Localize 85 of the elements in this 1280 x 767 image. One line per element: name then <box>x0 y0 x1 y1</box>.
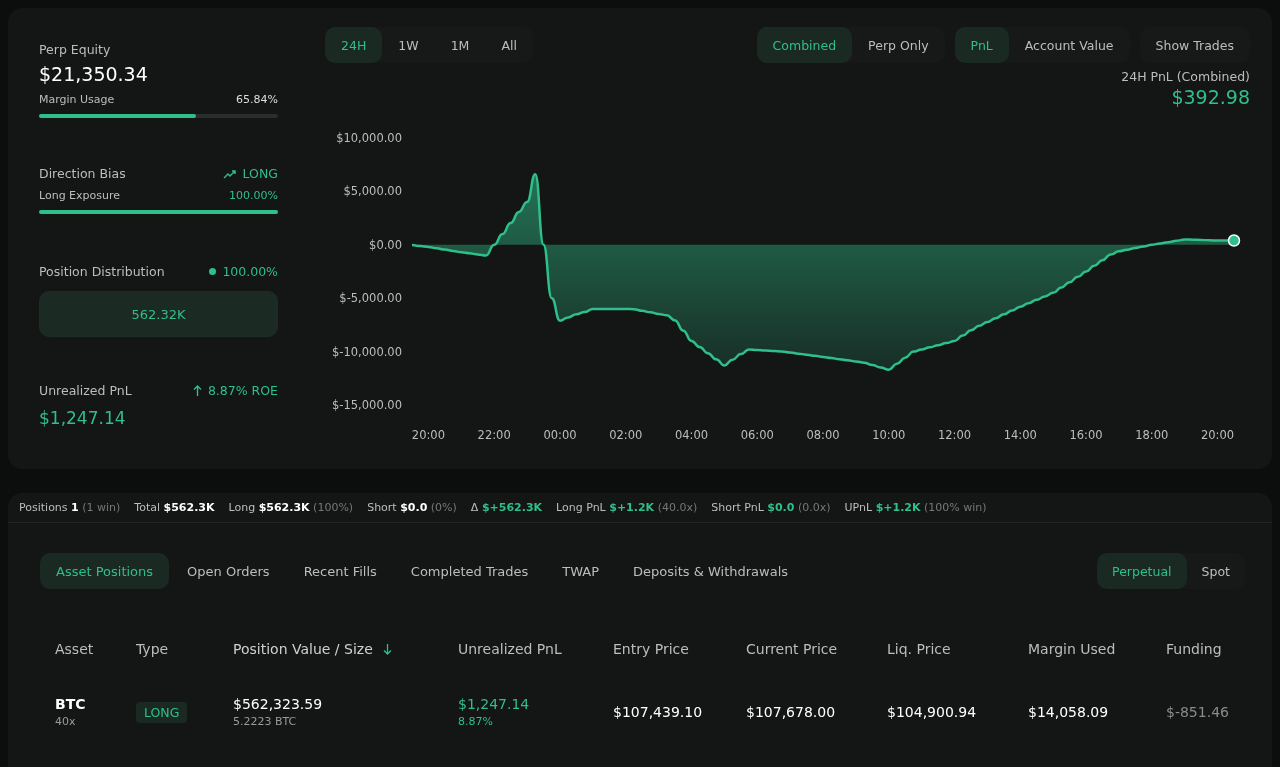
tab[interactable]: Combined <box>756 27 853 63</box>
x-tick-label: 14:00 <box>1003 428 1037 442</box>
end-point-marker <box>1227 234 1241 247</box>
exposure-label: Long Exposure <box>39 189 121 202</box>
liq-price: $104,900.94 <box>887 704 978 720</box>
sort-arrow-icon <box>382 643 392 655</box>
y-tick-label: $-10,000.00 <box>332 344 402 359</box>
trend-up-icon <box>222 168 237 179</box>
column-header[interactable]: Asset <box>55 641 94 657</box>
x-tick-label: 18:00 <box>1135 428 1169 442</box>
stat-item: Positions 1 (1 win) <box>19 501 121 514</box>
show-trades-button[interactable]: Show Trades <box>1139 27 1250 63</box>
tab[interactable]: Spot <box>1186 553 1245 589</box>
y-tick-label: $-5,000.00 <box>339 291 402 306</box>
x-tick-label: 20:00 <box>1201 428 1235 442</box>
equity-label: Perp Equity <box>39 42 112 57</box>
column-header[interactable]: Margin Used <box>1028 641 1116 657</box>
y-tick-label: $5,000.00 <box>343 184 402 199</box>
pnl-percent: 8.87% <box>458 715 494 728</box>
column-header[interactable]: Entry Price <box>613 641 689 657</box>
summary-value: $392.98 <box>1171 86 1250 108</box>
exposure-value: 100.00% <box>229 189 278 202</box>
tab[interactable]: Asset Positions <box>40 553 170 589</box>
margin-label: Margin Usage <box>39 93 115 106</box>
stat-item: Long PnL $+1.2K (40.0x) <box>556 501 698 514</box>
distribution-bar: 562.32K <box>39 291 278 337</box>
unrealized-value: $1,247.14 <box>39 408 127 428</box>
distribution-value: 100.00% <box>222 264 278 279</box>
y-tick-label: $0.00 <box>369 237 402 252</box>
tab[interactable]: 1W <box>382 27 435 63</box>
margin-used: $14,058.09 <box>1028 704 1110 720</box>
tab[interactable]: Perp Only <box>852 27 945 63</box>
x-tick-label: 04:00 <box>674 428 709 442</box>
stat-item: Short PnL $0.0 (0.0x) <box>711 501 831 514</box>
entry-price: $107,439.10 <box>613 704 704 720</box>
column-header[interactable]: Position Value / Size <box>233 641 373 657</box>
tab[interactable]: Deposits & Withdrawals <box>617 553 804 589</box>
tab[interactable]: 1M <box>434 27 486 63</box>
x-tick-label: 10:00 <box>872 428 906 442</box>
tab[interactable]: Perpetual <box>1097 553 1187 589</box>
tab[interactable]: All <box>485 27 533 63</box>
unrealized-label: Unrealized PnL <box>39 383 132 398</box>
tab[interactable]: 24H <box>325 27 383 63</box>
tab[interactable]: Recent Fills <box>287 553 393 589</box>
x-tick-label: 12:00 <box>937 428 972 442</box>
column-header[interactable]: Unrealized PnL <box>458 641 562 657</box>
summary-label: 24H PnL (Combined) <box>1121 69 1250 84</box>
y-tick-label: $-15,000.00 <box>332 398 402 412</box>
y-tick-label: $10,000.00 <box>336 131 402 145</box>
current-price: $107,678.00 <box>746 704 837 720</box>
distribution-label: Position Distribution <box>39 264 165 279</box>
position-size: 5.2223 BTC <box>233 715 298 728</box>
tab[interactable]: Completed Trades <box>394 553 545 589</box>
tab[interactable]: Account Value <box>1008 27 1130 63</box>
type-tag: LONG <box>136 701 188 723</box>
x-tick-label: 02:00 <box>609 428 643 442</box>
x-tick-label: 20:00 <box>411 428 445 442</box>
x-tick-label: 00:00 <box>543 428 577 442</box>
column-header[interactable]: Funding <box>1166 641 1222 657</box>
column-header[interactable]: Type <box>136 641 169 657</box>
leverage: 40x <box>55 715 77 728</box>
tab[interactable]: TWAP <box>546 553 616 589</box>
column-header[interactable]: Liq. Price <box>887 641 951 657</box>
x-tick-label: 06:00 <box>740 428 774 442</box>
direction-label: Direction Bias <box>39 166 126 181</box>
x-tick-label: 22:00 <box>477 428 511 442</box>
stat-item: Δ $+562.3K <box>470 501 543 514</box>
x-tick-label: 16:00 <box>1069 428 1103 442</box>
stat-item: Long $562.3K (100%) <box>228 501 354 514</box>
tab[interactable]: Open Orders <box>171 553 286 589</box>
position-value: $562,323.59 <box>233 696 324 712</box>
arrow-up-icon <box>192 384 202 397</box>
column-header[interactable]: Current Price <box>746 641 838 657</box>
asset-name: BTC <box>55 696 87 712</box>
stat-item: UPnL $+1.2K (100% win) <box>844 501 987 514</box>
funding: $-851.46 <box>1166 704 1230 720</box>
x-tick-label: 08:00 <box>806 428 840 442</box>
tab[interactable]: PnL <box>954 27 1009 63</box>
stat-item: Total $562.3K <box>134 501 215 514</box>
pnl-value: $1,247.14 <box>458 696 531 712</box>
roe-value: 8.87% ROE <box>207 383 278 398</box>
direction-value: LONG <box>242 166 278 181</box>
stat-item: Short $0.0 (0%) <box>367 501 457 514</box>
margin-value: 65.84% <box>236 93 278 106</box>
equity-value: $21,350.34 <box>39 63 149 85</box>
